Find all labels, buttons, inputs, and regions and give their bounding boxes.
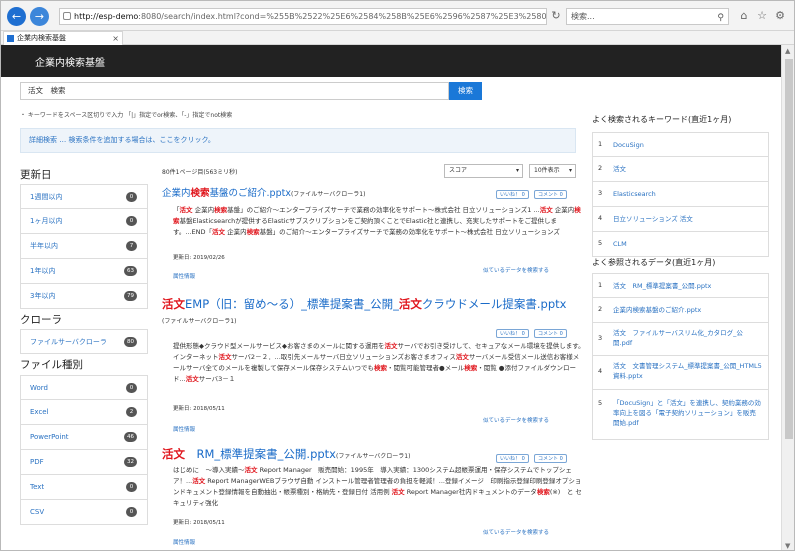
- facet-item[interactable]: Word 0: [20, 375, 148, 400]
- like-button[interactable]: いいね！ 0: [496, 329, 529, 338]
- chevron-down-icon: ▾: [515, 167, 519, 174]
- count-badge: 0: [126, 216, 137, 226]
- data-item[interactable]: 5 「DocuSign」と「活文」を連携し、契約業務の効率向上を図る「電子契約ソリ…: [592, 390, 769, 440]
- count-badge: 0: [126, 482, 137, 492]
- attributes-link[interactable]: 属性情報: [173, 425, 195, 433]
- count-badge: 46: [124, 432, 137, 442]
- facet-item[interactable]: 3年以内 79: [20, 284, 148, 309]
- home-icon[interactable]: ⌂: [737, 9, 751, 23]
- count-badge: 7: [126, 241, 137, 251]
- result-snippet: 「活文 企業内検索基盤」のご紹介～エンタープライズサーチで業務の効率化をサポート…: [173, 206, 581, 236]
- keyword-item[interactable]: 3 Elasticsearch: [592, 182, 769, 207]
- result-title-link[interactable]: 活文 RM_標準提案書_公開.pptx(ファイルサーバクローラ1): [162, 446, 410, 462]
- facet-item[interactable]: Text 0: [20, 475, 148, 500]
- tab-favicon-icon: [7, 35, 14, 42]
- result-snippet: 提供形態◆クラウド型メールサービス◆お客さまのメールに関する運用を活文サーバでお…: [173, 342, 585, 383]
- close-icon[interactable]: ×: [112, 32, 119, 45]
- forward-arrow-icon[interactable]: →: [30, 7, 49, 26]
- filetype-heading: ファイル種別: [20, 359, 83, 371]
- facet-item[interactable]: 1ヶ月以内 0: [20, 209, 148, 234]
- address-bar-row: ← → http://esp-demo:8080/search/index.ht…: [1, 1, 794, 31]
- per-page-select[interactable]: 10件表示 ▾: [529, 164, 576, 178]
- similar-search-link[interactable]: 似ているデータを検索する: [483, 266, 549, 274]
- comment-button[interactable]: コメント 0: [534, 190, 567, 199]
- result-title-link[interactable]: 活文EMP（旧：留め～る）_標準提案書_公開_活文クラウドメール提案書.pptx: [162, 296, 566, 312]
- vertical-scrollbar[interactable]: ▲ ▼: [781, 45, 794, 550]
- count-badge: 0: [126, 192, 137, 202]
- result-date: 更新日: 2018/05/11: [173, 406, 225, 412]
- facet-item[interactable]: 1週間以内 0: [20, 184, 148, 209]
- similar-search-link[interactable]: 似ているデータを検索する: [483, 416, 549, 424]
- count-badge: 32: [124, 457, 137, 467]
- search-button[interactable]: 検索: [449, 82, 482, 100]
- similar-search-link[interactable]: 似ているデータを検索する: [483, 528, 549, 536]
- data-item[interactable]: 1 活文 RM_標準提案書_公開.pptx: [592, 273, 769, 298]
- url-field[interactable]: http://esp-demo:8080/search/index.html?c…: [59, 8, 547, 25]
- crawler-heading: クローラ: [20, 314, 62, 326]
- like-button[interactable]: いいね！ 0: [496, 454, 529, 463]
- facet-item[interactable]: ファイルサーバクローラ 80: [20, 329, 148, 354]
- data-item[interactable]: 4 活文 文書管理システム_標準提案書_公開_HTML5資料.pptx: [592, 356, 769, 390]
- tab-strip: 企業内検索基盤 ×: [1, 31, 794, 45]
- popular-data-heading: よく参照されるデータ(直近1ヶ月): [592, 258, 716, 267]
- search-icon[interactable]: ⚲: [717, 11, 724, 26]
- data-item[interactable]: 2 企業内検索基盤のご紹介.pptx: [592, 298, 769, 323]
- keyword-item[interactable]: 2 活文: [592, 157, 769, 182]
- app-header: 企業内検索基盤: [1, 45, 781, 77]
- app-title[interactable]: 企業内検索基盤: [35, 54, 105, 69]
- chevron-down-icon: ▾: [568, 167, 572, 174]
- back-arrow-icon[interactable]: ←: [7, 7, 26, 26]
- sort-select[interactable]: スコア ▾: [444, 164, 523, 178]
- keyword-item[interactable]: 1 DocuSign: [592, 132, 769, 157]
- refresh-icon[interactable]: ↻: [549, 9, 563, 23]
- count-badge: 79: [124, 291, 137, 301]
- like-button[interactable]: いいね！ 0: [496, 190, 529, 199]
- count-badge: 63: [124, 266, 137, 276]
- popular-keywords-heading: よく検索されるキーワード(直近1ヶ月): [592, 115, 732, 124]
- gear-icon[interactable]: ⚙: [773, 9, 787, 23]
- updated-heading: 更新日: [20, 169, 52, 181]
- attributes-link[interactable]: 属性情報: [173, 272, 195, 280]
- search-input[interactable]: 活文 検索: [20, 82, 449, 100]
- facet-item[interactable]: 1年以内 63: [20, 259, 148, 284]
- facet-item[interactable]: PowerPoint 46: [20, 425, 148, 450]
- count-badge: 2: [126, 407, 137, 417]
- keyword-item[interactable]: 4 日立ソリューションズ 活文: [592, 207, 769, 232]
- star-icon[interactable]: ☆: [755, 9, 769, 23]
- data-item[interactable]: 3 活文 ファイルサーバスリム化_カタログ_公開.pdf: [592, 323, 769, 356]
- result-source: (ファイルサーバクローラ1): [162, 318, 237, 325]
- facet-item[interactable]: CSV 0: [20, 500, 148, 525]
- page-icon: [63, 12, 71, 20]
- result-date: 更新日: 2018/05/11: [173, 520, 225, 526]
- browser-window: ← → http://esp-demo:8080/search/index.ht…: [0, 0, 795, 551]
- result-title-link[interactable]: 企業内検索基盤のご紹介.pptx(ファイルサーバクローラ1): [162, 185, 365, 199]
- facet-item[interactable]: Excel 2: [20, 400, 148, 425]
- scroll-down-icon[interactable]: ▼: [785, 542, 790, 550]
- browser-tab[interactable]: 企業内検索基盤 ×: [3, 31, 123, 45]
- search-hint: ・ キーワードをスペース区切りで入力 「|」指定でor検索、「-」指定でnot検…: [20, 112, 233, 119]
- result-count: 80件1ページ目(563ミリ秒): [162, 169, 238, 176]
- count-badge: 80: [124, 337, 137, 347]
- facet-item[interactable]: PDF 32: [20, 450, 148, 475]
- count-badge: 0: [126, 507, 137, 517]
- advanced-search-link[interactable]: 詳細検索 … 検索条件を追加する場合は、ここをクリック。: [20, 128, 576, 153]
- facet-item[interactable]: 半年以内 7: [20, 234, 148, 259]
- comment-button[interactable]: コメント 0: [534, 454, 567, 463]
- comment-button[interactable]: コメント 0: [534, 329, 567, 338]
- scroll-up-icon[interactable]: ▲: [785, 47, 790, 55]
- browser-search-input[interactable]: 検索... ⚲: [566, 8, 729, 25]
- result-date: 更新日: 2019/02/26: [173, 255, 225, 261]
- count-badge: 0: [126, 383, 137, 393]
- result-snippet: はじめに ～導入実績～活文 Report Manager 販売開始：1995年 …: [173, 466, 582, 507]
- keyword-item[interactable]: 5 CLM: [592, 232, 769, 257]
- attributes-link[interactable]: 属性情報: [173, 538, 195, 546]
- scroll-thumb[interactable]: [785, 59, 793, 439]
